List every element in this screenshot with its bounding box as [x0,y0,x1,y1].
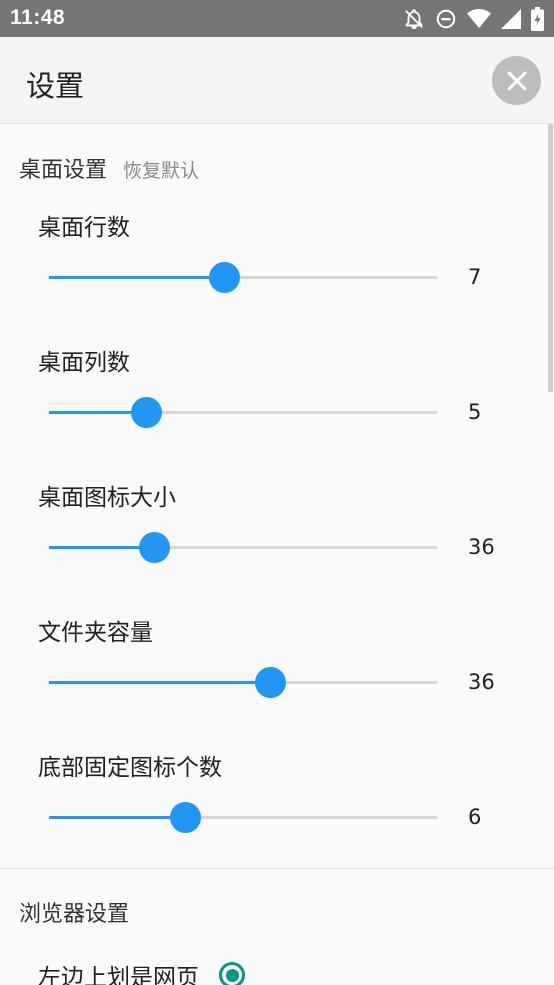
slider-thumb[interactable] [255,667,287,698]
setting-label: 桌面图标大小 [38,485,176,511]
page-title: 设置 [26,69,85,103]
option-label: 左边上划是网页 [38,965,199,985]
slider-fill [49,681,271,684]
desktop-columns-slider[interactable] [49,396,437,430]
setting-label: 文件夹容量 [38,620,153,646]
close-icon [507,71,526,90]
status-time: 11:48 [10,6,66,29]
folder-capacity-slider[interactable] [49,666,437,700]
section-title-desktop: 桌面设置 [19,158,108,183]
slider-fill [49,816,185,819]
option-left-swipe-webpage[interactable]: 左边上划是网页 [38,958,245,985]
radio-button[interactable] [219,962,245,985]
status-icons [403,7,544,31]
dock-icon-count-slider[interactable] [49,801,437,835]
section-title-browser: 浏览器设置 [19,902,130,927]
radio-selected-dot [225,968,239,982]
slider-thumb[interactable] [131,397,162,428]
restore-default-button[interactable]: 恢复默认 [123,156,199,183]
battery-icon [531,7,544,31]
signal-icon [501,9,521,29]
slider-thumb[interactable] [169,802,201,833]
section-divider [0,868,554,869]
status-bar: 11:48 [0,0,554,37]
slider-value: 36 [468,670,495,694]
setting-label: 桌面行数 [38,215,130,241]
slider-value: 6 [468,805,482,829]
settings-list[interactable]: 桌面设置 恢复默认 桌面行数 7 桌面列数 5 桌面图标大小 36 文件夹容量 [0,124,554,985]
notifications-off-icon [405,9,423,30]
slider-thumb[interactable] [138,532,170,563]
close-button[interactable] [492,56,541,105]
app-bar: 设置 [0,37,554,124]
do-not-disturb-icon [436,9,456,29]
desktop-rows-slider[interactable] [49,261,437,295]
slider-value: 7 [468,265,482,289]
wifi-icon [467,9,491,28]
slider-thumb[interactable] [208,262,240,293]
scrollbar[interactable] [548,124,553,392]
slider-value: 36 [468,535,495,559]
desktop-icon-size-slider[interactable] [49,531,437,565]
browser-section-header: 浏览器设置 [19,896,129,928]
setting-label: 底部固定图标个数 [38,755,222,781]
desktop-section-header: 桌面设置 恢复默认 [19,152,199,184]
slider-fill [49,276,224,279]
slider-value: 5 [468,400,482,424]
setting-label: 桌面列数 [38,350,130,376]
